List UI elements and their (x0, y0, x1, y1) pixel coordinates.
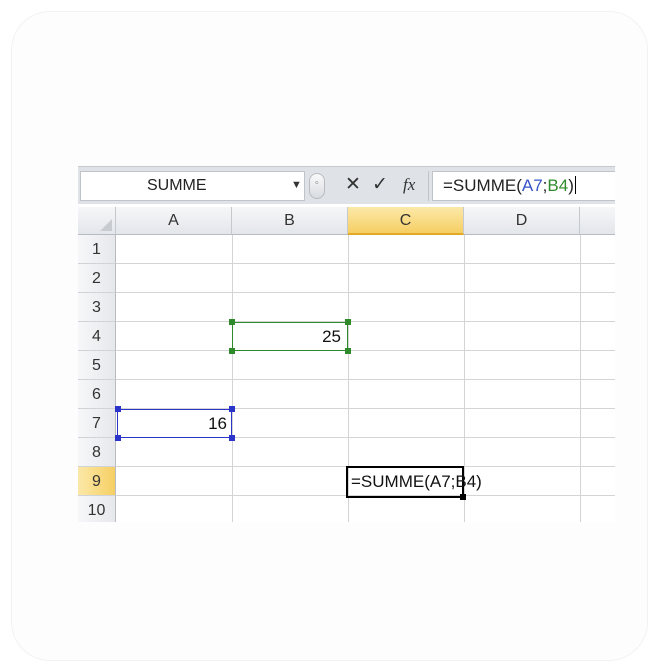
row-header-4[interactable]: 4 (78, 322, 116, 351)
formula-prefix: =SUMME( (443, 176, 522, 195)
gridline (116, 292, 615, 293)
formula-input[interactable]: =SUMME(A7;B4) (432, 171, 615, 201)
row-header-7[interactable]: 7 (78, 409, 116, 438)
gridline (116, 350, 615, 351)
range-handle[interactable] (115, 435, 121, 441)
row-header-6[interactable]: 6 (78, 380, 116, 409)
formula-text: =SUMME(A7;B4) (443, 176, 576, 196)
column-header-c[interactable]: C (348, 207, 464, 235)
column-header-b[interactable]: B (232, 207, 348, 235)
formula-bar: SUMME ▼ ∘ ✕ ✓ fx =SUMME(A7;B4) (78, 166, 615, 204)
row-header-8[interactable]: 8 (78, 438, 116, 467)
gridline (116, 379, 615, 380)
column-header-a[interactable]: A (116, 207, 232, 235)
cell-a7[interactable]: 16 (117, 409, 232, 438)
active-cell-c9[interactable]: =SUMME(A7;B4) (346, 466, 482, 498)
range-handle[interactable] (229, 348, 235, 354)
formula-suffix: ) (568, 176, 574, 195)
row-header-2[interactable]: 2 (78, 264, 116, 293)
formula-ref-b4: B4 (547, 176, 569, 195)
range-handle[interactable] (229, 435, 235, 441)
cancel-icon[interactable]: ✕ (345, 173, 361, 197)
range-handle[interactable] (115, 406, 121, 412)
name-box[interactable]: SUMME ▼ (80, 171, 305, 201)
formula-ref-a7: A7 (521, 176, 543, 195)
row-header-10[interactable]: 10 (78, 496, 116, 522)
range-handle[interactable] (229, 406, 235, 412)
select-all-button[interactable] (78, 207, 116, 235)
enter-icon[interactable]: ✓ (372, 173, 388, 197)
cell-b4[interactable]: 25 (232, 322, 348, 351)
insert-function-icon[interactable]: fx (403, 173, 415, 197)
range-handle[interactable] (345, 348, 351, 354)
row-header-3[interactable]: 3 (78, 293, 116, 322)
row-header-5[interactable]: 5 (78, 351, 116, 380)
column-header-e[interactable] (580, 207, 615, 235)
fill-handle[interactable] (460, 494, 466, 500)
text-caret (574, 176, 576, 194)
range-handle[interactable] (345, 319, 351, 325)
column-header-d[interactable]: D (464, 207, 580, 235)
row-header-9[interactable]: 9 (78, 467, 116, 496)
row-header-1[interactable]: 1 (78, 235, 116, 264)
chevron-down-icon[interactable]: ▼ (291, 179, 302, 191)
resize-handle-icon[interactable]: ∘ (309, 173, 325, 199)
name-box-value: SUMME (147, 177, 207, 194)
gridline (116, 321, 615, 322)
gridline (116, 263, 615, 264)
divider (428, 171, 429, 201)
spreadsheet-window: SUMME ▼ ∘ ✕ ✓ fx =SUMME(A7;B4) A B C D 1… (78, 166, 615, 522)
range-handle[interactable] (229, 319, 235, 325)
